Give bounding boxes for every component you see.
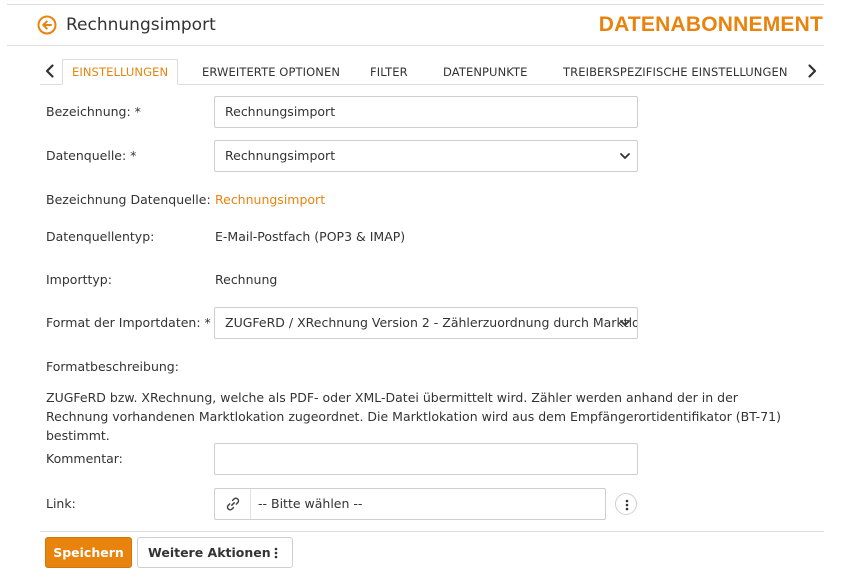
- vertical-dots-icon: [625, 499, 629, 511]
- tab-treiberspezifische-einstellungen[interactable]: TREIBERSPEZIFISCHE EINSTELLUNGEN: [563, 59, 788, 85]
- format-value: ZUGFeRD / XRechnung Version 2 - Zählerzu…: [225, 315, 637, 330]
- kommentar-label: Kommentar:: [46, 451, 123, 466]
- page-header: Rechnungsimport DATENABONNEMENT: [7, 5, 824, 45]
- bezeichnung-input[interactable]: Rechnungsimport: [214, 96, 638, 128]
- datenquellentyp-label: Datenquellentyp:: [46, 229, 155, 244]
- vertical-dots-icon: [274, 547, 278, 559]
- header-divider: [7, 45, 824, 46]
- chevron-down-icon: [620, 320, 630, 326]
- brand-title: DATENABONNEMENT: [598, 13, 823, 36]
- tab-erweiterte-optionen[interactable]: ERWEITERTE OPTIONEN: [202, 59, 340, 85]
- tab-scroll-left-icon[interactable]: [42, 63, 58, 79]
- format-select[interactable]: ZUGFeRD / XRechnung Version 2 - Zählerzu…: [214, 307, 638, 339]
- datenquelle-value: Rechnungsimport: [225, 148, 336, 163]
- tab-einstellungen[interactable]: EINSTELLUNGEN: [62, 59, 179, 85]
- bezeichnung-value: Rechnungsimport: [225, 104, 336, 119]
- bezeichnung-datenquelle-label: Bezeichnung Datenquelle:: [46, 192, 211, 207]
- more-actions-button[interactable]: Weitere Aktionen: [137, 537, 293, 568]
- format-label: Format der Importdaten: *: [46, 315, 211, 330]
- formatbeschreibung-label: Formatbeschreibung:: [46, 359, 179, 374]
- tab-datenpunkte[interactable]: DATENPUNKTE: [443, 59, 528, 85]
- tab-scroll-right-icon[interactable]: [804, 63, 820, 79]
- bezeichnung-datenquelle-link[interactable]: Rechnungsimport: [215, 192, 325, 208]
- tab-bar: EINSTELLUNGEN ERWEITERTE OPTIONEN FILTER…: [40, 59, 824, 85]
- link-icon-box: [215, 489, 251, 519]
- more-actions-label: Weitere Aktionen: [148, 545, 271, 560]
- datenquellentyp-value: E-Mail-Postfach (POP3 & IMAP): [215, 229, 406, 244]
- back-arrow-icon[interactable]: [37, 15, 57, 35]
- datenquelle-select[interactable]: Rechnungsimport: [214, 140, 638, 172]
- bezeichnung-label: Bezeichnung: *: [46, 104, 141, 119]
- footer-divider: [40, 531, 824, 532]
- save-button[interactable]: Speichern: [45, 537, 132, 568]
- importtyp-value: Rechnung: [215, 272, 278, 287]
- link-picker[interactable]: -- Bitte wählen --: [214, 488, 606, 520]
- page-title: Rechnungsimport: [66, 15, 216, 35]
- formatbeschreibung-text: ZUGFeRD bzw. XRechnung, welche als PDF- …: [46, 390, 781, 443]
- chevron-down-icon: [620, 153, 630, 159]
- importtyp-label: Importtyp:: [46, 272, 112, 287]
- link-value: -- Bitte wählen --: [258, 496, 363, 511]
- kommentar-input[interactable]: [214, 443, 638, 475]
- datenquelle-label: Datenquelle: *: [46, 148, 137, 163]
- tab-filter[interactable]: FILTER: [370, 59, 408, 85]
- chain-link-icon: [226, 497, 240, 511]
- link-options-button[interactable]: [615, 493, 637, 515]
- link-label: Link:: [46, 496, 76, 511]
